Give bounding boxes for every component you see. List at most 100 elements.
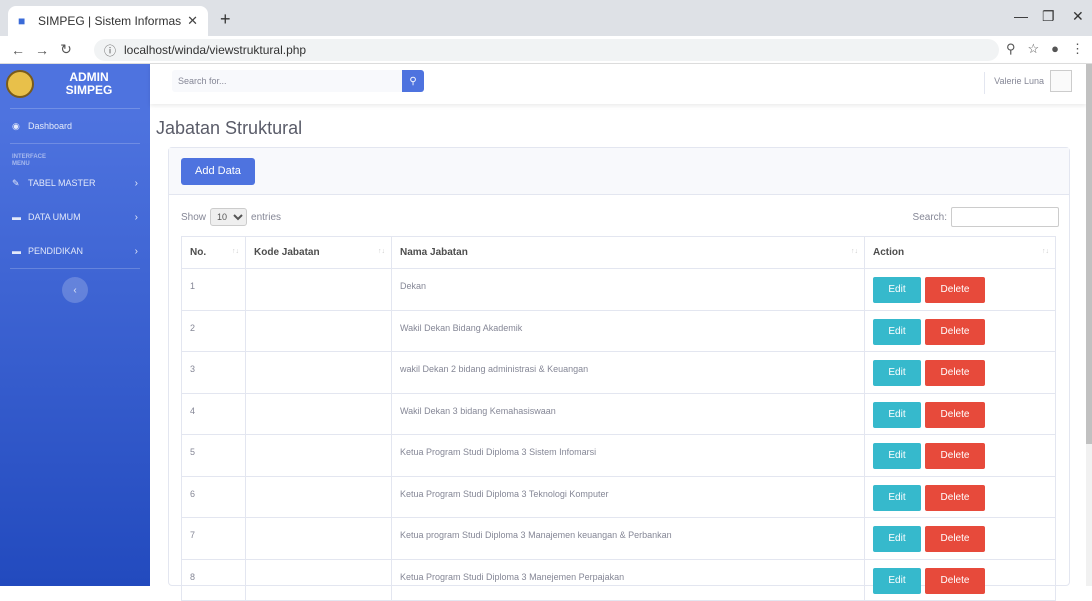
column-header-nama[interactable]: Nama Jabatan ↑↓	[391, 236, 865, 269]
page-title: Jabatan Struktural	[156, 118, 303, 138]
search-button[interactable]: ⚲	[402, 70, 424, 92]
sidebar-item-data-umum[interactable]: ▬ DATA UMUM ›	[0, 200, 150, 234]
chevron-left-icon: ‹	[73, 284, 77, 296]
cell-kode	[245, 392, 392, 435]
cell-nama: Dekan	[391, 268, 865, 311]
folder-icon: ▬	[12, 212, 21, 222]
sort-icon: ↑↓	[851, 248, 858, 255]
table-header-row: No. ↑↓ Kode Jabatan ↑↓ Nama Jabatan ↑↓ Acti…	[181, 236, 1056, 269]
restore-icon[interactable]: ❐	[1042, 8, 1055, 25]
address-bar-row: ← → ↻ ⓘ localhost/winda/viewstruktural.p…	[0, 36, 1092, 64]
sidebar-item-label: TABEL MASTER	[28, 178, 96, 188]
page-scrollbar[interactable]	[1086, 64, 1092, 586]
url-text: localhost/winda/viewstruktural.php	[124, 43, 307, 57]
sidebar-item-dashboard[interactable]: ◉ Dashboard	[0, 109, 150, 143]
new-tab-icon[interactable]: +	[220, 9, 231, 30]
dashboard-icon: ◉	[12, 120, 20, 131]
cell-no: 3	[181, 351, 246, 394]
table-row: 4 Wakil Dekan 3 bidang Kemahasiswaan Edit D…	[181, 392, 1056, 435]
topbar: Search for... ⚲ Valerie Luna	[150, 64, 1086, 104]
delete-button[interactable]: Delete	[925, 401, 985, 428]
user-dropdown[interactable]: Valerie Luna	[984, 70, 1072, 94]
reload-icon[interactable]: ↻	[54, 41, 78, 58]
table-row: 6 Ketua Program Studi Diploma 3 Teknologi…	[181, 475, 1056, 518]
chevron-right-icon: ›	[134, 245, 138, 257]
sort-icon: ↑↓	[378, 248, 385, 255]
delete-button[interactable]: Delete	[925, 526, 985, 552]
cell-action: Edit Delete	[864, 434, 1056, 477]
edit-button[interactable]: Edit	[873, 360, 921, 386]
edit-button[interactable]: Edit	[873, 401, 921, 428]
entries-select[interactable]: 10	[210, 208, 248, 226]
info-icon[interactable]: ⓘ	[104, 42, 116, 59]
user-name: Valerie Luna	[994, 76, 1044, 86]
add-data-button[interactable]: Add Data	[181, 158, 255, 185]
cell-action: Edit Delete	[864, 268, 1056, 311]
cell-kode	[245, 268, 392, 311]
delete-button[interactable]: Delete	[925, 318, 985, 345]
cell-nama: Ketua Program Studi Diploma 3 Sistem Inf…	[391, 434, 865, 477]
cell-kode	[245, 558, 392, 601]
cell-action: Edit Delete	[864, 351, 1056, 394]
delete-button[interactable]: Delete	[925, 443, 985, 469]
column-header-no[interactable]: No. ↑↓	[181, 236, 246, 269]
chevron-right-icon: ›	[134, 211, 138, 223]
table-row: 2 Wakil Dekan Bidang Akademik Edit Delete	[181, 309, 1056, 352]
card-header: Add Data	[169, 148, 1069, 195]
cell-kode	[245, 517, 392, 560]
scrollbar-thumb[interactable]	[1086, 64, 1092, 444]
heading-line1: INTERFACE	[12, 154, 47, 160]
table-controls: Show 10 entries Search:	[181, 207, 1059, 228]
search-icon: ⚲	[409, 75, 417, 87]
edit-button[interactable]: Edit	[873, 567, 921, 594]
table-row: 5 Ketua Program Studi Diploma 3 Sistem In…	[181, 434, 1056, 477]
forward-icon[interactable]: →	[30, 42, 54, 58]
search-label: Search:	[912, 211, 947, 223]
cell-action: Edit Delete	[864, 309, 1056, 352]
minimize-icon[interactable]: —	[1014, 8, 1028, 24]
folder-icon: ▬	[12, 246, 21, 256]
edit-button[interactable]: Edit	[873, 443, 921, 469]
close-tab-icon[interactable]: ✕	[187, 13, 198, 29]
sidebar-item-label: PENDIDIKAN	[28, 246, 84, 256]
edit-button[interactable]: Edit	[873, 526, 921, 552]
edit-button[interactable]: Edit	[873, 484, 921, 511]
delete-button[interactable]: Delete	[925, 360, 985, 386]
back-icon[interactable]: ←	[6, 42, 30, 58]
delete-button[interactable]: Delete	[925, 567, 985, 594]
divider	[984, 72, 986, 94]
column-header-action[interactable]: Action ↑↓	[864, 236, 1056, 269]
cell-action: Edit Delete	[864, 517, 1056, 560]
close-window-icon[interactable]: ✕	[1072, 8, 1084, 25]
browser-tab[interactable]: ■ SIMPEG | Sistem Informasi Kepeg ✕	[8, 6, 208, 36]
sidebar-item-pendidikan[interactable]: ▬ PENDIDIKAN ›	[0, 234, 150, 268]
sidebar-item-label: DATA UMUM	[28, 212, 81, 222]
edit-button[interactable]: Edit	[873, 318, 921, 345]
zoom-icon[interactable]: ⚲	[1006, 41, 1016, 57]
column-header-kode[interactable]: Kode Jabatan ↑↓	[245, 236, 392, 269]
delete-button[interactable]: Delete	[925, 484, 985, 511]
sidebar-brand[interactable]: ADMIN SIMPEG	[0, 64, 150, 104]
entries-label: entries	[251, 211, 282, 223]
sidebar: ADMIN SIMPEG ◉ Dashboard INTERFACE MENU …	[0, 64, 150, 586]
cell-kode	[245, 309, 392, 352]
browser-tabbar: ■ SIMPEG | Sistem Informasi Kepeg ✕ + — …	[0, 0, 1092, 36]
cell-nama: Wakil Dekan 3 bidang Kemahasiswaan	[391, 392, 865, 435]
cell-nama: wakil Dekan 2 bidang administrasi & Keua…	[391, 351, 865, 394]
cell-nama: Ketua Program Studi Diploma 3 Teknologi …	[391, 475, 865, 518]
wrench-icon: ✎	[12, 177, 20, 188]
url-field[interactable]: ⓘ localhost/winda/viewstruktural.php	[94, 39, 999, 61]
profile-icon[interactable]: ●	[1051, 41, 1059, 57]
cell-nama: Ketua Program Studi Diploma 3 Manejemen …	[391, 558, 865, 601]
cell-no: 5	[181, 434, 246, 477]
sidebar-item-tabel-master[interactable]: ✎ TABEL MASTER ›	[0, 166, 150, 200]
avatar	[1050, 70, 1072, 92]
search-input[interactable]: Search for...	[172, 70, 402, 92]
bookmark-star-icon[interactable]: ☆	[1027, 41, 1039, 57]
sidebar-toggle-button[interactable]: ‹	[62, 277, 88, 303]
delete-button[interactable]: Delete	[925, 277, 985, 303]
cell-kode	[245, 351, 392, 394]
menu-icon[interactable]: ⋮	[1071, 41, 1084, 57]
edit-button[interactable]: Edit	[873, 277, 921, 303]
table-search-input[interactable]	[951, 207, 1059, 227]
